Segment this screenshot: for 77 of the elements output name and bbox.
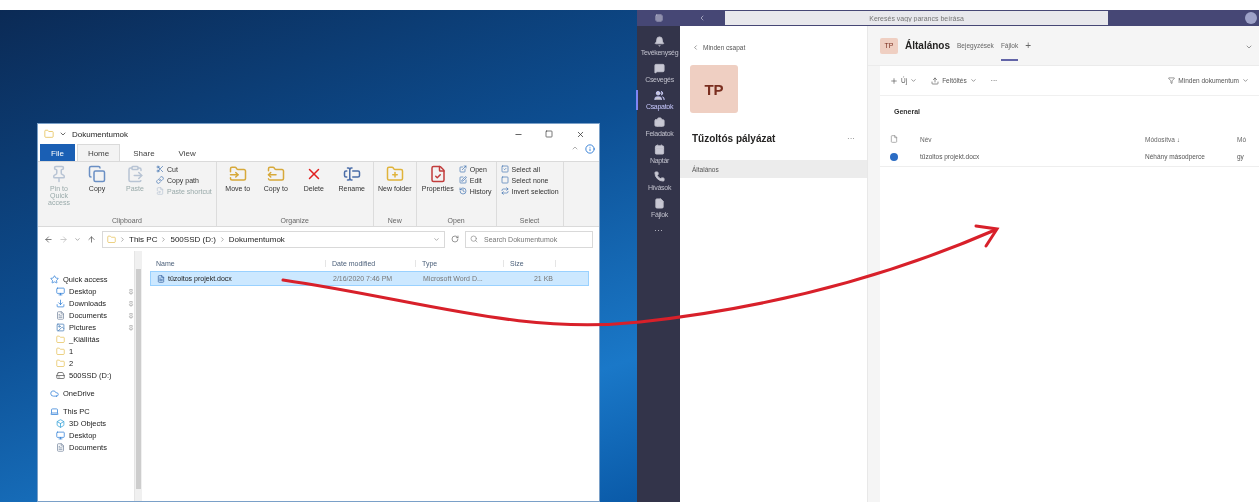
rail-icon[interactable] (654, 198, 665, 209)
add-tab-button[interactable]: + (1025, 40, 1032, 51)
folder-icon (107, 234, 116, 244)
folder-icon (56, 335, 65, 344)
ribbon-icon[interactable] (156, 165, 164, 173)
ribbon-icon[interactable] (458, 187, 467, 195)
word-file-icon (890, 152, 898, 161)
download-icon (56, 299, 65, 308)
upload-icon[interactable] (931, 76, 940, 85)
rail-icon[interactable] (654, 63, 665, 74)
caret-icon[interactable] (910, 77, 918, 84)
chevron-icon (218, 235, 226, 243)
avatar[interactable] (1245, 12, 1257, 24)
ribbon-icon[interactable] (156, 176, 164, 184)
ribbon-icon[interactable] (458, 165, 467, 173)
document-icon (56, 311, 65, 320)
channel-title: Általános (905, 40, 950, 51)
rail-icon[interactable] (654, 117, 665, 128)
ribbon-tab[interactable]: Share (122, 144, 166, 161)
help-icon[interactable] (585, 144, 595, 154)
caret-icon[interactable] (969, 77, 977, 84)
up-icon[interactable] (87, 234, 96, 244)
pc-icon (50, 407, 59, 416)
window-title: Dokumentumok (72, 129, 130, 139)
ribbon-icon[interactable] (500, 176, 509, 184)
pin-icon (128, 324, 134, 331)
folder-icon (56, 347, 65, 356)
ribbon-icon[interactable] (88, 165, 106, 183)
rail-icon[interactable] (654, 36, 665, 47)
ribbon-icon[interactable] (458, 176, 467, 184)
caret-icon[interactable] (1242, 77, 1249, 84)
desktop-icon (56, 287, 65, 296)
collapse-icon[interactable] (571, 144, 579, 152)
picture-icon (56, 323, 65, 332)
new-icon[interactable] (890, 76, 898, 85)
chevron-icon (119, 235, 126, 243)
refresh-icon[interactable] (451, 235, 459, 243)
back-icon[interactable] (692, 44, 699, 51)
drive-icon (56, 371, 65, 380)
rail-icon[interactable] (654, 144, 665, 155)
star-icon (50, 275, 59, 284)
pin-icon (128, 312, 134, 319)
rail-icon[interactable] (654, 90, 665, 101)
ribbon-icon[interactable] (500, 165, 509, 173)
forward-icon[interactable] (59, 234, 68, 244)
ribbon-tab[interactable]: Home (76, 144, 121, 161)
ribbon-icon[interactable] (228, 165, 247, 183)
ribbon-tab[interactable]: View (167, 144, 207, 161)
filter-icon[interactable] (1168, 77, 1176, 84)
document-icon (157, 274, 165, 283)
rail-icon[interactable] (654, 171, 665, 182)
more-button[interactable]: ··· (847, 134, 855, 143)
close-icon[interactable] (575, 129, 585, 139)
folder-icon (56, 359, 65, 368)
box-icon (56, 419, 65, 428)
caret-icon[interactable] (59, 130, 67, 138)
document-icon (56, 443, 65, 452)
pin-icon (128, 288, 134, 295)
address-bar[interactable]: This PC 500SSD (D:) Dokumentumok (102, 230, 445, 248)
team-name: Tűzoltós pályázat (692, 133, 777, 144)
ribbon-icon[interactable] (500, 187, 509, 195)
ribbon-tab[interactable]: File (40, 144, 75, 161)
file-type-icon (890, 135, 898, 143)
cloud-icon (50, 389, 59, 398)
folder-icon (44, 129, 54, 139)
more-icon[interactable]: ··· (654, 225, 663, 235)
ribbon-icon[interactable] (342, 165, 361, 183)
app-grid-icon[interactable] (654, 14, 663, 22)
ribbon-icon[interactable] (428, 165, 447, 183)
pin-icon (128, 300, 134, 307)
ribbon-icon[interactable] (266, 165, 285, 183)
scrollbar[interactable] (134, 251, 142, 501)
chevron-icon (160, 235, 168, 243)
desktop-icon (56, 431, 65, 440)
back-icon[interactable] (44, 234, 53, 244)
team-avatar: TP (690, 65, 738, 113)
maximize-icon[interactable] (545, 130, 553, 138)
